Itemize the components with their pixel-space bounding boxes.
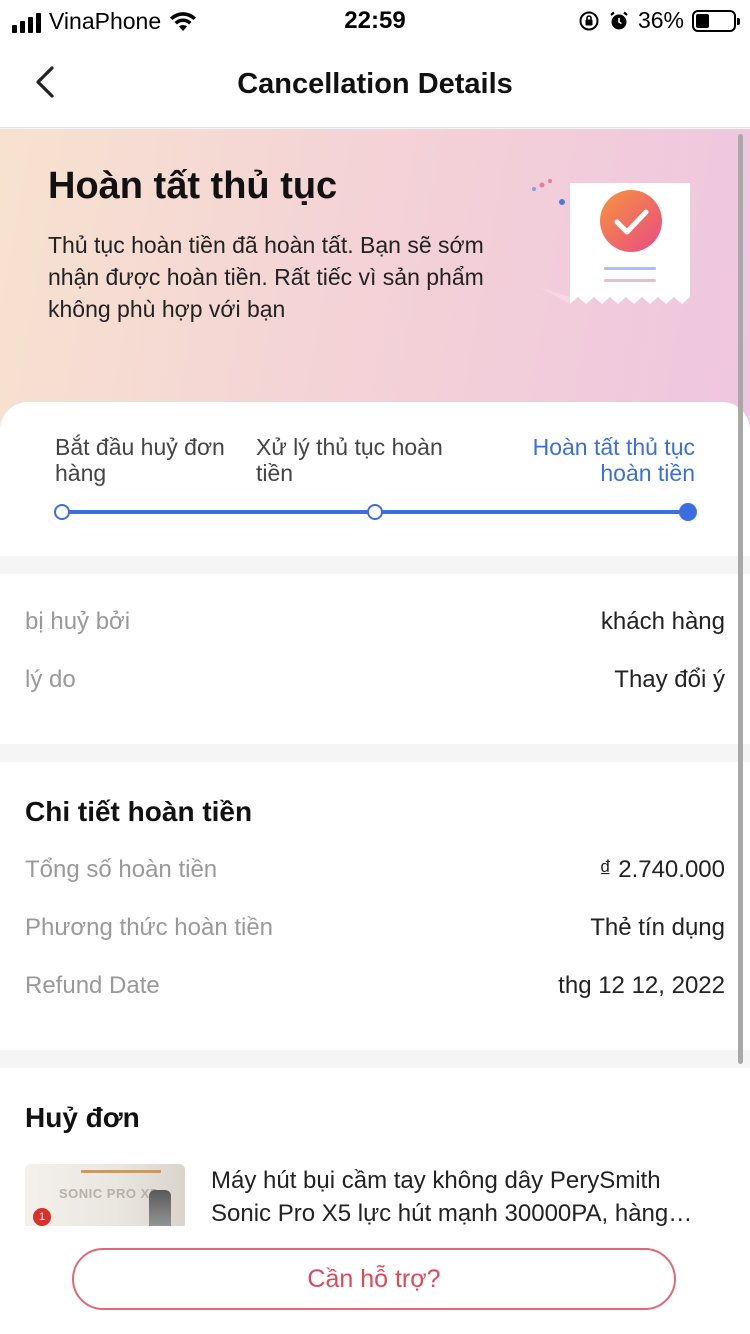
refund-total-row: Tổng số hoàn tiền ₫ 2.740.000 bbox=[25, 856, 725, 888]
status-bar: VinaPhone 22:59 36% bbox=[0, 0, 750, 40]
footer: Cần hỗ trợ? bbox=[0, 1226, 750, 1334]
step-dot-processing bbox=[367, 504, 383, 520]
reason-row: lý do Thay đổi ý bbox=[25, 666, 725, 698]
cancellation-info: bị huỷ bởi khách hàng lý do Thay đổi ý bbox=[0, 574, 750, 744]
product-thumbnail[interactable]: SONIC PRO X5 1 bbox=[25, 1164, 185, 1230]
battery-icon bbox=[692, 9, 740, 32]
thumb-header-line bbox=[81, 1170, 161, 1173]
reason-value: Thay đổi ý bbox=[614, 666, 725, 693]
reason-label: lý do bbox=[25, 666, 76, 693]
page-title: Cancellation Details bbox=[237, 68, 513, 100]
refund-date-row: Refund Date thg 12 12, 2022 bbox=[25, 972, 725, 1004]
thumb-badge: 1 bbox=[33, 1208, 51, 1226]
cancelled-by-label: bị huỷ bởi bbox=[25, 608, 131, 635]
refund-method-label: Phương thức hoàn tiền bbox=[25, 914, 274, 941]
cancelled-by-value: khách hàng bbox=[600, 608, 725, 635]
refund-total-label: Tổng số hoàn tiền bbox=[25, 856, 218, 883]
help-button[interactable]: Cần hỗ trợ? bbox=[72, 1248, 676, 1310]
step-dot-start bbox=[54, 504, 70, 520]
orientation-lock-icon bbox=[579, 11, 599, 30]
step-label-processing: Xử lý thủ tục hoàn tiền bbox=[256, 434, 443, 486]
refund-date-label: Refund Date bbox=[25, 972, 160, 999]
refund-method-value: Thẻ tín dụng bbox=[590, 914, 725, 941]
refund-method-row: Phương thức hoàn tiền Thẻ tín dụng bbox=[25, 914, 725, 946]
scrollbar[interactable] bbox=[738, 134, 743, 1064]
cancelled-by-row: bị huỷ bởi khách hàng bbox=[25, 608, 725, 640]
status-hero: Hoàn tất thủ tục Thủ tục hoàn tiền đã ho… bbox=[0, 129, 750, 429]
hero-description: Thủ tục hoàn tiền đã hoàn tất. Bạn sẽ sớ… bbox=[48, 232, 484, 322]
refund-section-title: Chi tiết hoàn tiền bbox=[25, 796, 253, 827]
refund-details: Chi tiết hoàn tiền Tổng số hoàn tiền ₫ 2… bbox=[0, 762, 750, 1050]
refund-total-value: ₫ 2.740.000 bbox=[599, 856, 725, 883]
status-right: 36% bbox=[578, 7, 740, 34]
receipt-check-icon bbox=[532, 179, 690, 304]
thumb-brand: SONIC PRO X5 bbox=[59, 1186, 158, 1201]
hero-title: Hoàn tất thủ tục bbox=[48, 165, 338, 207]
step-label-completed: Hoàn tất thủ tục hoàn tiền bbox=[532, 434, 695, 486]
step-label-start: Bắt đầu huỷ đơn hàng bbox=[55, 434, 225, 486]
vacuum-image bbox=[149, 1190, 171, 1230]
cancelled-order-title: Huỷ đơn bbox=[25, 1102, 140, 1133]
battery-percent: 36% bbox=[637, 7, 684, 33]
step-dot-completed bbox=[679, 503, 697, 521]
header: Cancellation Details bbox=[0, 40, 750, 128]
product-name[interactable]: Máy hút bụi cầm tay không dây PerySmith … bbox=[211, 1164, 725, 1230]
progress-steps: Bắt đầu huỷ đơn hàng Xử lý thủ tục hoàn … bbox=[0, 402, 750, 556]
refund-date-value: thg 12 12, 2022 bbox=[558, 972, 725, 999]
alarm-icon bbox=[610, 11, 628, 29]
